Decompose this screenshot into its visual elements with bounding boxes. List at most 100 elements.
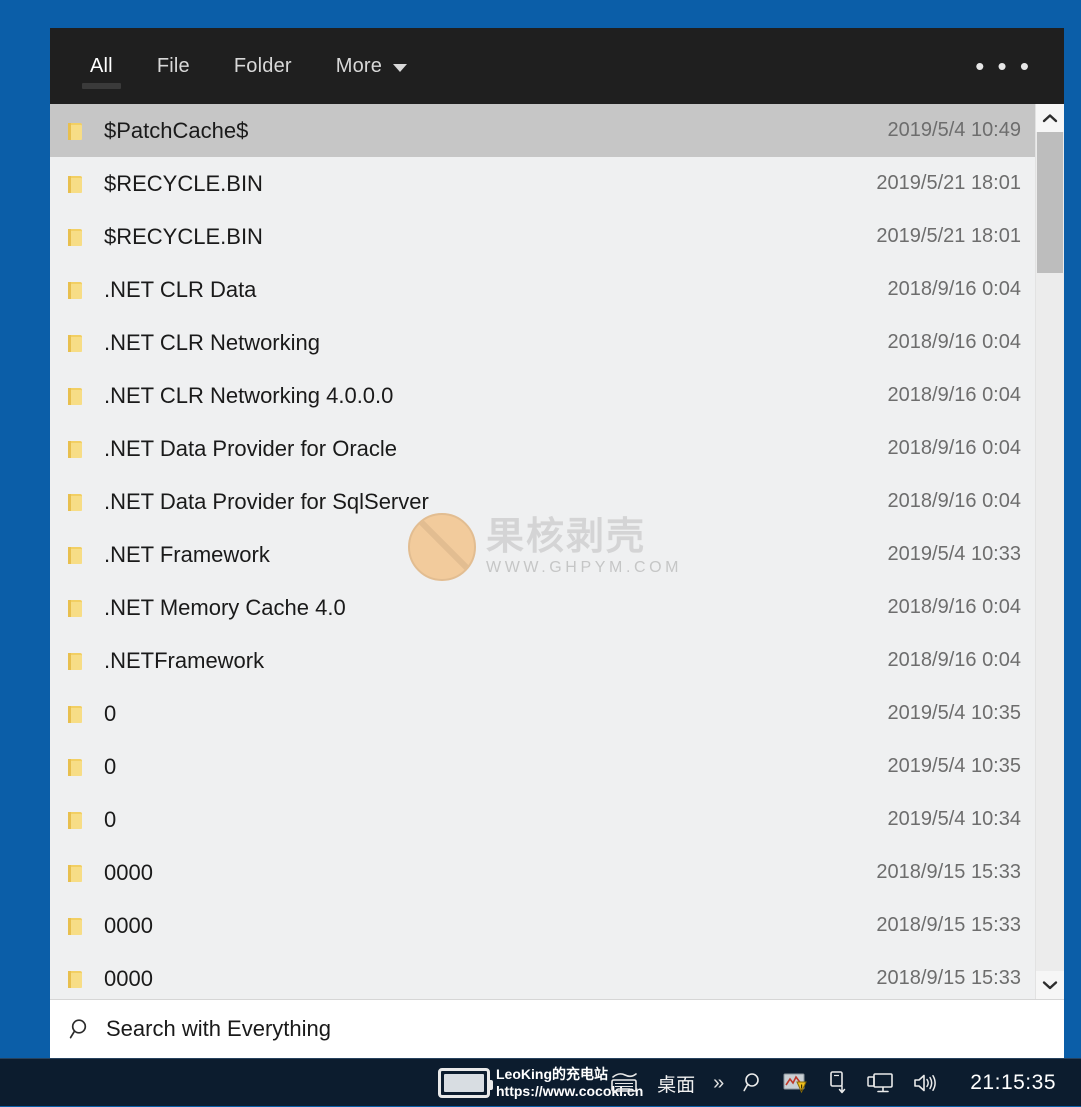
scroll-down-arrow-icon[interactable] [1036,971,1064,999]
row-name: .NET Memory Cache 4.0 [104,594,346,620]
folder-icon [68,969,83,989]
row-date: 2018/9/15 15:33 [876,861,1021,883]
table-row[interactable]: .NET CLR Networking 4.0.0.0 2018/9/16 0:0… [50,369,1035,422]
row-date: 2018/9/16 0:04 [887,278,1021,300]
table-row[interactable]: .NET Data Provider for Oracle 2018/9/16 0… [50,422,1035,475]
table-row[interactable]: .NET Framework 2019/5/4 10:33 [50,528,1035,581]
row-name: .NET CLR Networking [104,329,320,355]
folder-icon [68,916,83,936]
table-row[interactable]: .NETFramework 2018/9/16 0:04 [50,634,1035,687]
folder-icon [68,810,83,830]
battery-fill [444,1074,484,1092]
row-name: 0000 [104,859,153,885]
search-bar[interactable] [50,999,1064,1058]
folder-icon [68,280,83,300]
taskbar: LeoKing的充电站 https://www.cocokl.cn 桌面 » 2… [0,1058,1081,1106]
scrollbar-thumb[interactable] [1037,132,1063,273]
row-date: 2019/5/21 18:01 [876,225,1021,247]
table-row[interactable]: 0000 2018/9/15 15:33 [50,899,1035,952]
battery-icon [438,1068,493,1098]
table-row[interactable]: 0 2019/5/4 10:34 [50,793,1035,846]
search-icon [68,1016,94,1042]
row-name: 0000 [104,965,153,991]
row-date: 2018/9/16 0:04 [887,384,1021,406]
taskbar-tray: 桌面 » 21:15:35 [600,1059,1071,1107]
tray-expand-icon[interactable]: » [704,1059,733,1107]
folder-icon [68,704,83,724]
scroll-up-arrow-icon[interactable] [1036,104,1064,132]
row-date: 2018/9/16 0:04 [887,649,1021,671]
row-date: 2019/5/21 18:01 [876,172,1021,194]
row-date: 2018/9/16 0:04 [887,596,1021,618]
tab-file[interactable]: File [135,28,212,104]
folder-icon [68,598,83,618]
folder-icon [68,121,83,141]
row-name: 0000 [104,912,153,938]
row-name: 0 [104,700,117,726]
row-date: 2018/9/15 15:33 [876,967,1021,989]
clock-label: 21:15:35 [970,1071,1056,1094]
row-date: 2019/5/4 10:35 [887,702,1021,724]
table-row[interactable]: 0000 2018/9/15 15:33 [50,846,1035,899]
table-row[interactable]: .NET Memory Cache 4.0 2018/9/16 0:04 [50,581,1035,634]
clock[interactable]: 21:15:35 [947,1059,1071,1107]
tab-all[interactable]: All [68,28,135,104]
volume-icon[interactable] [903,1059,947,1107]
tab-more[interactable]: More [314,28,429,104]
table-row[interactable]: $RECYCLE.BIN 2019/5/21 18:01 [50,210,1035,263]
row-name: .NET Framework [104,541,270,567]
table-row[interactable]: .NET CLR Data 2018/9/16 0:04 [50,263,1035,316]
tab-all-label: All [90,54,113,77]
row-name: 0 [104,753,117,779]
folder-icon [68,863,83,883]
table-row[interactable]: .NET Data Provider for SqlServer 2018/9/1… [50,475,1035,528]
chevrons-right-label: » [713,1071,725,1094]
folder-icon [68,333,83,353]
folder-icon [68,757,83,777]
usb-eject-icon[interactable] [817,1059,857,1107]
tab-folder[interactable]: Folder [212,28,314,104]
tab-file-label: File [156,54,190,77]
row-date: 2019/5/4 10:35 [887,755,1021,777]
network-monitor-icon[interactable] [857,1059,903,1107]
overflow-dots-label: • • • [975,51,1032,81]
row-date: 2018/9/16 0:04 [887,437,1021,459]
table-row[interactable]: 0 2019/5/4 10:35 [50,687,1035,740]
folder-icon [68,545,83,565]
search-input[interactable] [106,1016,1064,1042]
row-name: $RECYCLE.BIN [104,170,263,196]
row-date: 2018/9/15 15:33 [876,914,1021,936]
ime-desktop-mode[interactable]: 桌面 [648,1059,704,1107]
row-date: 2019/5/4 10:34 [887,808,1021,830]
folder-icon [68,492,83,512]
scrollbar-track[interactable] [1036,132,1064,971]
row-name: .NET CLR Data [104,276,257,302]
row-date: 2019/5/4 10:33 [887,543,1021,565]
row-date: 2018/9/16 0:04 [887,331,1021,353]
tray-warning-icon[interactable] [773,1059,817,1107]
tab-folder-label: Folder [233,54,292,77]
folder-icon [68,227,83,247]
tray-search-icon[interactable] [733,1059,773,1107]
row-name: .NET Data Provider for Oracle [104,435,398,461]
folder-icon [68,439,83,459]
more-options-icon[interactable]: • • • [965,28,1042,104]
row-name: .NETFramework [104,647,265,673]
table-row[interactable]: 0000 2018/9/15 15:33 [50,952,1035,999]
window-header: All File Folder More • • • [50,28,1064,104]
everything-window: All File Folder More • • • $PatchCache$ 2… [50,28,1064,1058]
row-name: $PatchCache$ [104,117,249,143]
chevron-down-icon [393,64,408,72]
table-row[interactable]: $PatchCache$ 2019/5/4 10:49 [50,104,1035,157]
folder-icon [68,174,83,194]
tab-strip: All File Folder More [50,28,429,104]
results-list[interactable]: $PatchCache$ 2019/5/4 10:49 $RECYCLE.BIN 20… [50,104,1035,999]
row-name: $RECYCLE.BIN [104,223,263,249]
table-row[interactable]: 0 2019/5/4 10:35 [50,740,1035,793]
table-row[interactable]: $RECYCLE.BIN 2019/5/21 18:01 [50,157,1035,210]
desktop-label: 桌面 [657,1074,696,1096]
table-row[interactable]: .NET CLR Networking 2018/9/16 0:04 [50,316,1035,369]
keyboard-ime-icon[interactable] [600,1059,648,1107]
vertical-scrollbar[interactable] [1035,104,1064,999]
row-name: .NET Data Provider for SqlServer [104,488,429,514]
